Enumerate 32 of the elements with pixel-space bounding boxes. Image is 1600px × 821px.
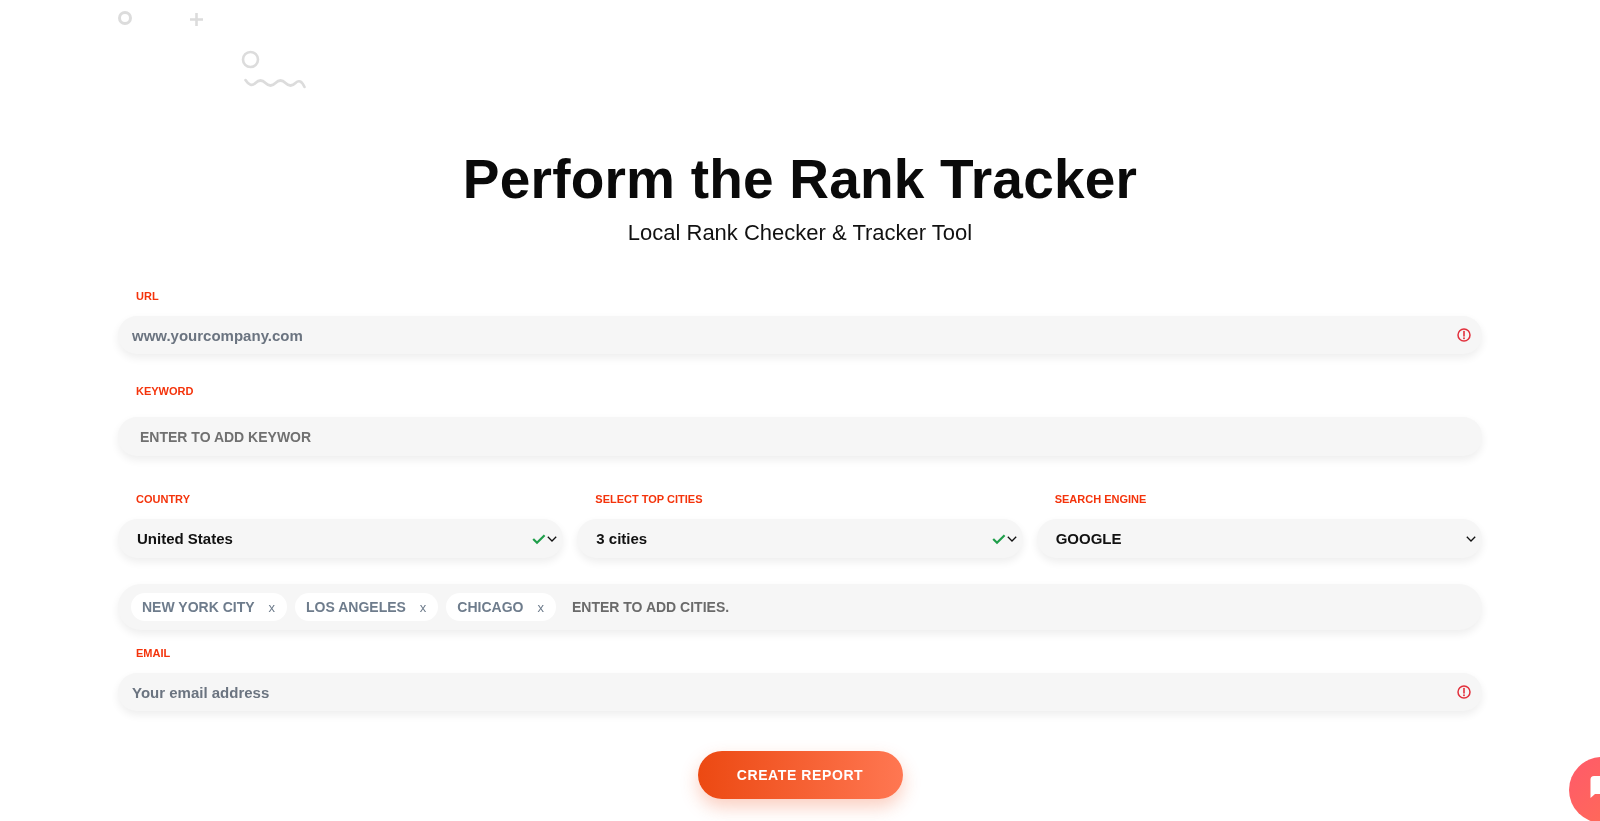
- plus-icon: [190, 13, 203, 26]
- field-label: KEYWORD: [136, 384, 194, 398]
- dropdown-select[interactable]: GOOGLE: [1036, 519, 1482, 558]
- field-label: COUNTRY: [136, 492, 190, 506]
- remove-tag-button[interactable]: x: [268, 600, 276, 614]
- chat-button[interactable]: [1568, 757, 1600, 821]
- chevron-down-icon: [547, 535, 558, 542]
- field-label: SELECT TOP CITIES: [595, 492, 703, 506]
- chevron-down-icon: [1466, 535, 1476, 542]
- city-input-field[interactable]: ENTER TO ADD CITIES.: [572, 593, 1469, 621]
- city-tag-text: LOS ANGELES: [306, 599, 406, 615]
- dropdown-select[interactable]: 3 cities: [577, 519, 1023, 558]
- field-label: EMAIL: [136, 646, 171, 660]
- ring-icon: [117, 10, 133, 26]
- chat-bubble-icon: [1590, 776, 1600, 798]
- city-tag-text: NEW YORK CITY: [142, 599, 255, 615]
- page-subtitle: Local Rank Checker & Tracker Tool: [627, 219, 973, 247]
- chevron-down-icon: [1006, 535, 1017, 542]
- page-title: Perform the Rank Tracker: [462, 147, 1138, 212]
- city-tag-text: CHICAGO: [457, 599, 524, 615]
- keyword-field[interactable]: ENTER TO ADD KEYWOR: [118, 417, 1482, 456]
- ring-icon: [241, 50, 260, 69]
- city-tags-field[interactable]: NEW YORK CITY x LOS ANGELES x CHICAGO x ENTER TO ADD CITIES.: [118, 584, 1482, 630]
- field-label: SEARCH ENGINE: [1054, 492, 1147, 506]
- wave-icon: [244, 77, 306, 89]
- remove-tag-button[interactable]: x: [419, 600, 427, 614]
- create-report-button[interactable]: CREATE REPORT: [697, 751, 903, 799]
- url-field[interactable]: www.yourcompany.com: [118, 316, 1482, 354]
- field-label: URL: [136, 289, 159, 303]
- email-field[interactable]: Your email address: [118, 673, 1482, 711]
- dropdown-select[interactable]: United States: [118, 519, 564, 558]
- remove-tag-button[interactable]: x: [537, 600, 544, 614]
